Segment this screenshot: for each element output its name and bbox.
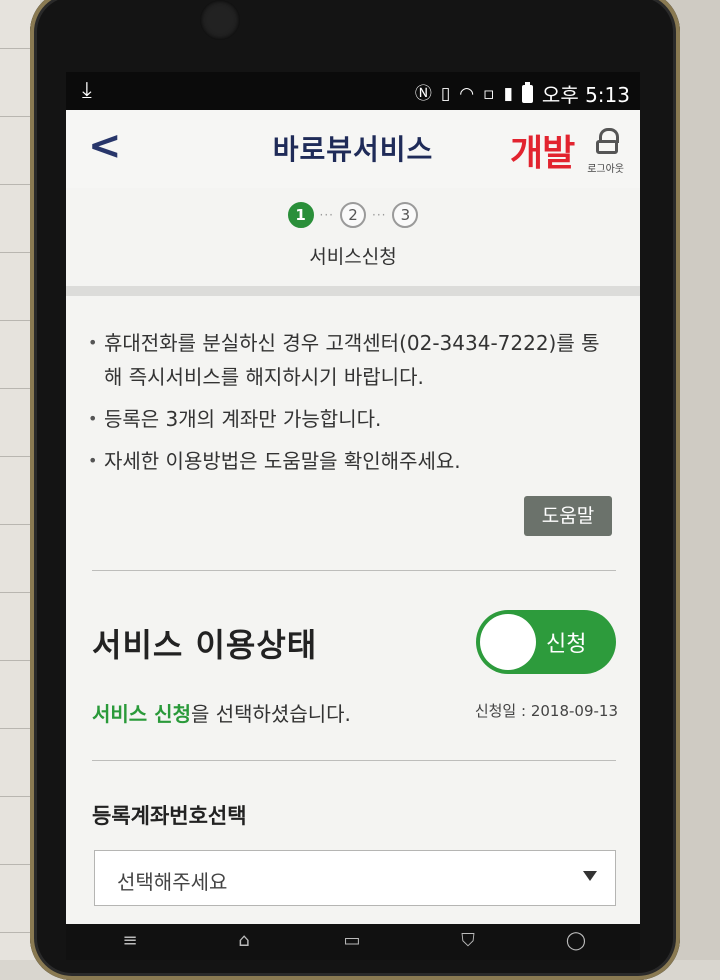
notice-list: 휴대전화를 분실하신 경우 고객센터(02-3434-7222)를 통해 즉시서… <box>88 326 608 486</box>
divider <box>92 570 616 571</box>
status-clock: 오후 5:13 <box>541 83 630 107</box>
service-status-message-rest: 을 선택하셨습니다. <box>190 702 351 726</box>
account-select-label: 등록계좌번호선택 <box>92 804 247 828</box>
help-button[interactable]: 도움말 <box>524 496 612 536</box>
logout-label: 로그아웃 <box>587 164 624 175</box>
step-1: 1 <box>287 202 314 228</box>
service-status-message: 서비스 신청을 선택하셨습니다. <box>92 698 351 727</box>
front-camera <box>200 0 240 40</box>
section-divider <box>66 286 640 296</box>
notice-item: 휴대전화를 분실하신 경우 고객센터(02-3434-7222)를 통해 즉시서… <box>88 326 608 394</box>
apply-date: 신청일 : 2018-09-13 <box>474 702 618 720</box>
env-badge: 개발 <box>510 133 575 174</box>
notice-item: 등록은 3개의 계좌만 가능합니다. <box>88 402 608 436</box>
chevron-down-icon <box>583 871 597 881</box>
step-separator: ··· <box>319 208 334 222</box>
toggle-label: 신청 <box>546 632 587 657</box>
account-select-value: 선택해주세요 <box>117 870 228 894</box>
step-3: 3 <box>392 202 419 228</box>
wifi-icon: ◠ <box>459 83 475 104</box>
nfc-icon: Ⓝ <box>414 83 432 104</box>
app-header: < 바로뷰서비스 개발 로그아웃 <box>66 110 640 189</box>
service-status-title: 서비스 이용상태 <box>92 626 318 664</box>
sim-icon: ▫ <box>483 83 495 104</box>
menu-icon[interactable]: ≡ <box>116 930 144 954</box>
step-indicator: 1 ··· 2 ··· 3 서비스신청 <box>66 188 640 298</box>
system-nav-bar: ≡ ⌂ ▭ ⛉ ◯ <box>66 924 640 960</box>
divider <box>92 760 616 761</box>
service-status-highlight: 서비스 신청 <box>92 702 191 726</box>
logout-badge[interactable]: 개발 로그아웃 <box>506 120 626 180</box>
signal-icon: ▮ <box>503 83 513 104</box>
home-icon[interactable]: ⌂ <box>230 930 258 954</box>
account-select[interactable]: 선택해주세요 <box>94 850 616 906</box>
notice-item: 자세한 이용방법은 도움말을 확인해주세요. <box>88 444 608 478</box>
step-2: 2 <box>340 202 366 228</box>
step-separator: ··· <box>372 208 387 222</box>
service-toggle[interactable]: 신청 <box>476 610 616 674</box>
vibrate-icon: ▯ <box>440 83 451 104</box>
battery-icon <box>521 81 533 103</box>
back-icon[interactable]: ◯ <box>562 930 590 954</box>
recent-apps-icon[interactable]: ▭ <box>338 930 366 954</box>
phone-screen: ⤓ Ⓝ ▯ ◠ ▫ ▮ 오후 5:13 < 바로뷰서비스 개발 로그아웃 1 ·… <box>66 72 640 960</box>
lock-icon <box>594 128 620 154</box>
toggle-knob <box>480 614 536 670</box>
shield-icon[interactable]: ⛉ <box>454 930 482 954</box>
status-bar: ⤓ Ⓝ ▯ ◠ ▫ ▮ 오후 5:13 <box>66 72 640 110</box>
step-label: 서비스신청 <box>309 246 397 268</box>
download-icon: ⤓ <box>82 78 92 103</box>
